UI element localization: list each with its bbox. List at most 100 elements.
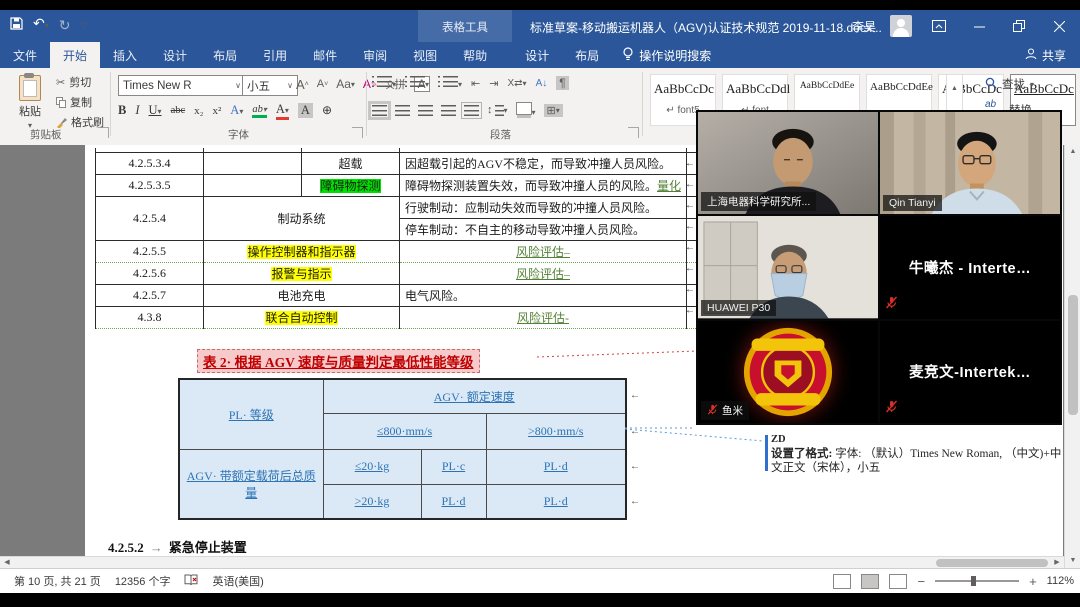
video-conference-panel[interactable]: 上海电器科学研究所... Qin Tianyi [696,110,1062,425]
scroll-right-icon[interactable]: ▶ [1051,558,1063,568]
minimize-button[interactable] [966,15,992,37]
asian-layout-button[interactable]: X⇄▾ [507,78,526,89]
font-size-select[interactable]: 小五∨ [242,75,298,96]
zoom-slider[interactable] [935,580,1019,582]
tab-review[interactable]: 审阅 [350,42,400,68]
justify-button[interactable] [441,105,456,116]
underline-button[interactable]: U▾ [149,103,162,118]
undo-button[interactable]: ↶▾ [33,16,49,33]
ribbon-display-options-icon[interactable] [926,15,952,37]
tab-layout[interactable]: 布局 [200,42,250,68]
subscript-button[interactable]: x₂ [194,105,203,117]
tab-mailings[interactable]: 邮件 [300,42,350,68]
vertical-scroll-thumb[interactable] [1068,295,1078,415]
tab-table-layout[interactable]: 布局 [562,42,612,68]
redo-button[interactable]: ↻ [59,18,71,32]
zoom-level[interactable]: 112% [1047,575,1074,587]
tab-view[interactable]: 视图 [400,42,450,68]
paragraph-dialog-launcher[interactable] [628,127,639,138]
decrease-indent-button[interactable]: ⇤ [471,77,480,90]
participant-name: HUAWEI P30 [701,300,776,316]
horizontal-scroll-thumb[interactable] [936,559,1048,567]
user-name[interactable]: 李昊 [852,18,876,35]
distribute-button[interactable] [464,105,479,116]
tab-references[interactable]: 引用 [250,42,300,68]
cut-button[interactable]: ✂剪切 [56,74,104,90]
bold-button[interactable]: B [118,103,126,118]
font-dialog-launcher[interactable] [352,127,363,138]
close-button[interactable] [1046,15,1072,37]
word-count[interactable]: 12356 个字 [115,573,171,589]
enclose-characters-button[interactable]: ⊕ [322,103,332,118]
participant-name: 麦竞文-Intertek… [880,321,1060,423]
restore-button[interactable] [1006,15,1032,37]
italic-button[interactable]: I [135,103,139,118]
save-icon[interactable] [10,17,23,32]
vertical-scrollbar[interactable]: ▲ ▼ [1064,145,1080,568]
video-tile-avatar[interactable]: 鱼米 [698,321,878,423]
font-family-select[interactable]: Times New R∨ [118,75,246,96]
video-tile-speaker[interactable]: 上海电器科学研究所... [698,112,878,214]
zoom-out-button[interactable]: − [917,574,925,589]
format-painter-button[interactable]: 格式刷 [56,114,104,130]
video-tile[interactable]: HUAWEI P30 [698,216,878,318]
pl-matrix-table[interactable]: PL· 等级 AGV· 额定速度 ≤800·mm/s >800·mm/s AGV… [178,378,627,520]
tab-help[interactable]: 帮助 [450,42,500,68]
zoom-in-button[interactable]: + [1029,574,1037,589]
format-change-comment[interactable]: ZD 设置了格式: 字体: （默认）Times New Roman, （中文)+… [771,433,1063,475]
font-color-button[interactable]: A▾ [276,102,289,119]
scroll-left-icon[interactable]: ◀ [1,558,13,568]
align-center-button[interactable] [395,105,410,116]
video-tile-audio-only[interactable]: 牛曦杰 - Interte… [880,216,1060,318]
shrink-font-button[interactable]: A˅ [317,78,328,90]
page-indicator[interactable]: 第 10 页, 共 21 页 [14,573,101,589]
table-row: AGV· 带额定载荷后总质量 ≤20·kg PL·c PL·d [179,449,626,484]
participant-name: 鱼米 [701,401,749,420]
shading-button[interactable]: ▾ [516,102,536,118]
numbering-button[interactable]: ▾ [405,76,429,90]
copy-button[interactable]: 复制 [56,94,104,110]
web-layout-button[interactable] [889,574,907,589]
print-layout-button[interactable] [861,574,879,589]
zoom-slider-thumb[interactable] [971,576,976,586]
change-case-button[interactable]: Aa▾ [336,77,355,91]
tell-me-search[interactable]: 操作说明搜索 [612,42,721,68]
tab-home[interactable]: 开始 [50,42,100,68]
share-button[interactable]: 共享 [1017,42,1074,68]
show-marks-button[interactable]: ¶ [556,76,568,90]
paste-button[interactable]: 粘贴▾ [8,73,52,135]
tab-insert[interactable]: 插入 [100,42,150,68]
align-right-button[interactable] [418,105,433,116]
read-mode-button[interactable] [833,574,851,589]
borders-button[interactable]: ⊞▾ [544,104,563,117]
tab-table-design[interactable]: 设计 [512,42,562,68]
tab-design[interactable]: 设计 [150,42,200,68]
tab-file[interactable]: 文件 [0,42,50,68]
bullets-button[interactable]: ▾ [372,76,396,90]
multilevel-list-button[interactable]: ▾ [438,76,462,90]
find-button[interactable]: 查找▾ [985,76,1034,92]
clipboard-dialog-launcher[interactable] [98,127,109,138]
character-shading-button[interactable]: A [298,103,313,118]
increase-indent-button[interactable]: ⇥ [489,77,498,90]
scroll-down-icon[interactable]: ▼ [1067,555,1079,567]
qat-customize-icon[interactable]: ▽ [80,16,86,33]
text-effects-button[interactable]: A▾ [230,103,243,118]
section-heading: 4.2.5.2→紧急停止装置 [108,537,247,556]
proofing-icon[interactable] [184,574,198,589]
window-title: 标准草案-移动搬运机器人（AGV)认证技术规范 2019-11-18.docx.… [530,19,882,36]
text-highlight-button[interactable]: ab▾ [252,104,267,117]
align-left-button[interactable] [372,105,387,116]
superscript-button[interactable]: x² [212,105,221,117]
sort-button[interactable]: A↓ [536,78,548,89]
risk-table[interactable]: 4.2.5.3.4 超载 因超载引起的AGV不稳定，而导致冲撞人员风险。 PL·… [95,148,753,329]
line-spacing-button[interactable]: ↕▾ [487,104,508,116]
strikethrough-button[interactable]: abc [171,105,186,116]
language-indicator[interactable]: 英语(美国) [212,573,263,589]
scroll-up-icon[interactable]: ▲ [1067,146,1079,158]
font-group-label: 字体 [228,127,249,142]
video-tile-audio-only[interactable]: 麦竞文-Intertek… [880,321,1060,423]
grow-font-button[interactable]: A˄ [296,77,309,92]
avatar[interactable] [890,15,912,37]
video-tile[interactable]: Qin Tianyi [880,112,1060,214]
